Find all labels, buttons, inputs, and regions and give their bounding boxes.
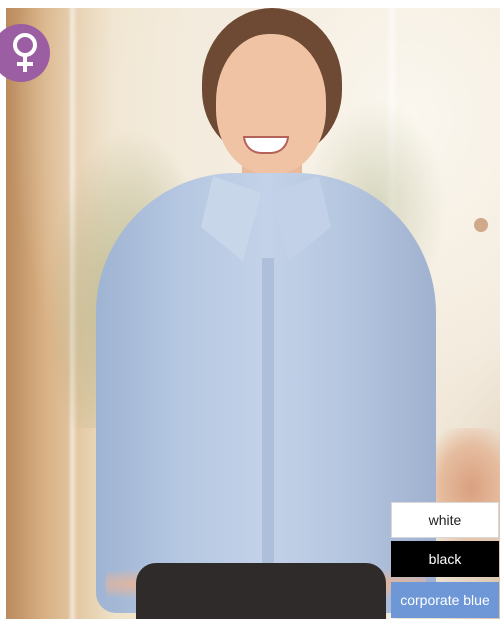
color-swatch-corporate-blue[interactable]: corporate blue: [391, 582, 499, 618]
background-wall-fixture: [474, 218, 488, 232]
product-image-panel: white black corporate blue: [0, 0, 502, 621]
blouse-placket: [262, 258, 274, 598]
color-swatch-label: black: [428, 551, 462, 567]
color-swatch-label: corporate blue: [400, 592, 490, 608]
color-swatch-white[interactable]: white: [391, 502, 499, 538]
female-symbol-glyph: [13, 33, 37, 72]
model-trousers: [136, 563, 386, 619]
color-swatch-label: white: [428, 512, 462, 528]
color-swatch-black[interactable]: black: [391, 541, 499, 577]
